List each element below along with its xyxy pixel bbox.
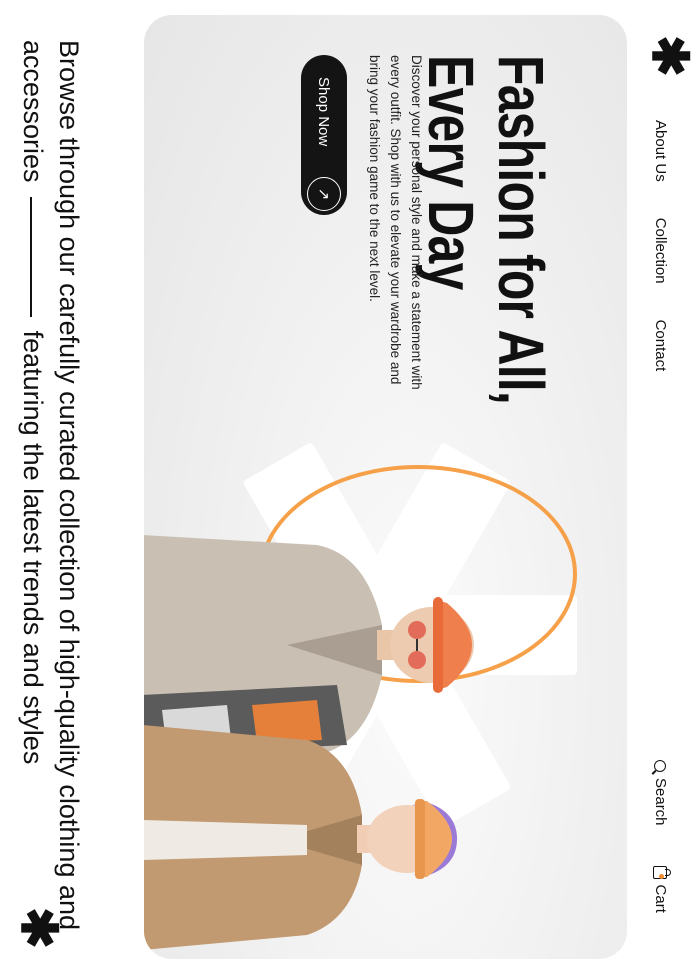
utility-nav: Search Cart: [652, 760, 669, 913]
nav-collection[interactable]: Collection: [652, 218, 669, 284]
nav-contact[interactable]: Contact: [652, 320, 669, 372]
divider-line: [30, 196, 32, 317]
search-icon: [654, 760, 667, 772]
hero-section: Fashion for All, Every Day Discover your…: [144, 15, 627, 959]
cart-button[interactable]: Cart: [652, 865, 669, 913]
cart-label: Cart: [652, 884, 669, 913]
model-photo-right: [144, 725, 457, 950]
arrow-up-right-icon: ↗: [307, 177, 341, 211]
shop-now-button[interactable]: Shop Now ↗: [301, 55, 347, 215]
shop-now-label: Shop Now: [315, 77, 333, 147]
hero-title-line-1: Fashion for All,: [485, 55, 558, 404]
main-nav: About Us Collection Contact: [652, 120, 669, 371]
hero-title: Fashion for All, Every Day: [415, 55, 558, 492]
tagline: Browse through our carefully curated col…: [15, 40, 87, 930]
brand-logo[interactable]: ✱: [642, 35, 697, 77]
tagline-part-2: featuring the latest trends and styles: [18, 330, 48, 765]
asterisk-logo-icon: ✱: [642, 35, 697, 77]
cart-icon: [653, 865, 668, 879]
search-button[interactable]: Search: [652, 760, 669, 826]
search-label: Search: [652, 778, 669, 826]
asterisk-decoration-icon: ✱: [11, 907, 67, 949]
hero-description: Discover your personal style and make a …: [367, 55, 425, 390]
arrow-glyph: ↗: [315, 187, 332, 201]
asterisk-glyph: ✱: [11, 907, 67, 949]
page-canvas: ✱ About Us Collection Contact Search Car…: [0, 0, 697, 975]
nav-about-us[interactable]: About Us: [652, 120, 669, 182]
